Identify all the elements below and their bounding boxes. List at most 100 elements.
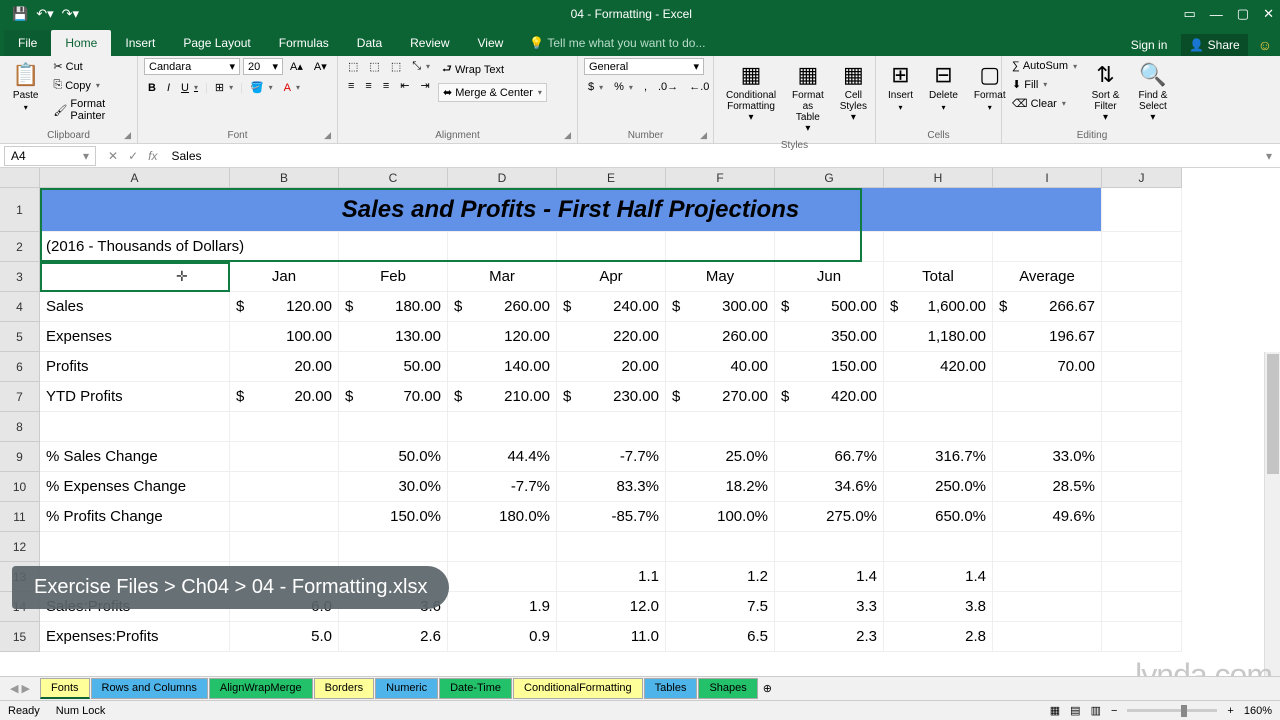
cell[interactable]: Jan (230, 262, 339, 292)
cell[interactable]: 66.7% (775, 442, 884, 472)
format-as-table-button[interactable]: ▦Format asTable ▾ (786, 58, 830, 138)
cell[interactable]: $240.00 (557, 292, 666, 322)
cell[interactable] (993, 592, 1102, 622)
cell[interactable] (775, 412, 884, 442)
cell[interactable] (1102, 382, 1182, 412)
minimize-icon[interactable]: — (1210, 7, 1223, 22)
cell[interactable]: % Profits Change (40, 502, 230, 532)
number-format-select[interactable]: General▾ (584, 58, 704, 75)
tab-formulas[interactable]: Formulas (265, 30, 343, 56)
copy-button[interactable]: ⎘ Copy (49, 77, 131, 94)
cell[interactable]: 350.00 (775, 322, 884, 352)
cell[interactable]: 18.2% (666, 472, 775, 502)
cell[interactable]: Total (884, 262, 993, 292)
cell[interactable] (1102, 352, 1182, 382)
sheet-tab[interactable]: Date-Time (439, 678, 512, 699)
find-select-button[interactable]: 🔍Find &Select ▾ (1130, 58, 1176, 127)
cell[interactable] (666, 232, 775, 262)
cell[interactable] (557, 532, 666, 562)
cell[interactable]: 140.00 (448, 352, 557, 382)
cell[interactable] (1102, 188, 1182, 232)
insert-cells-button[interactable]: ⊞Insert▾ (882, 58, 919, 116)
cell[interactable]: 220.00 (557, 322, 666, 352)
italic-button[interactable]: I (163, 80, 174, 96)
cell[interactable]: 30.0% (339, 472, 448, 502)
cell[interactable]: 12 (0, 532, 40, 562)
delete-cells-button[interactable]: ⊟Delete▾ (923, 58, 964, 116)
sheet-tab[interactable]: Shapes (698, 678, 757, 699)
cell[interactable]: % Sales Change (40, 442, 230, 472)
font-color-button[interactable]: A (280, 80, 304, 96)
cell[interactable]: 10 (0, 472, 40, 502)
column-header[interactable]: E (557, 168, 666, 188)
cell[interactable] (666, 412, 775, 442)
cell-styles-button[interactable]: ▦CellStyles ▾ (834, 58, 873, 127)
tab-data[interactable]: Data (343, 30, 396, 56)
autosum-button[interactable]: ∑ AutoSum (1008, 58, 1081, 74)
cell[interactable]: 8 (0, 412, 40, 442)
cell[interactable] (775, 232, 884, 262)
zoom-level[interactable]: 160% (1244, 705, 1272, 717)
column-header[interactable]: D (448, 168, 557, 188)
cell[interactable] (884, 532, 993, 562)
cell[interactable]: 1.4 (884, 562, 993, 592)
cut-button[interactable]: ✂ Cut (49, 58, 131, 75)
cell[interactable]: 316.7% (884, 442, 993, 472)
underline-button[interactable]: U (177, 80, 202, 96)
cell[interactable]: 2.6 (339, 622, 448, 652)
cell[interactable] (993, 532, 1102, 562)
cell[interactable]: 1.9 (448, 592, 557, 622)
sheet-tab[interactable]: ConditionalFormatting (513, 678, 643, 699)
sheet-tab[interactable]: Tables (644, 678, 698, 699)
cell[interactable]: % Expenses Change (40, 472, 230, 502)
cell[interactable] (230, 502, 339, 532)
view-normal-icon[interactable]: ▦ (1050, 704, 1060, 717)
zoom-slider[interactable] (1127, 709, 1217, 712)
dec-decimal-button[interactable]: ←.0 (685, 79, 713, 95)
align-left-button[interactable]: ≡ (344, 78, 358, 94)
undo-icon[interactable]: ↶▾ (36, 6, 53, 22)
cell[interactable]: 180.0% (448, 502, 557, 532)
column-header[interactable]: A (40, 168, 230, 188)
cancel-icon[interactable]: ✕ (108, 149, 118, 163)
cell[interactable]: Expenses:Profits (40, 622, 230, 652)
grow-font-button[interactable]: A▴ (286, 58, 307, 75)
maximize-icon[interactable]: ▢ (1237, 6, 1249, 22)
cell[interactable]: $180.00 (339, 292, 448, 322)
name-box[interactable]: A4▾ (4, 146, 96, 166)
cell[interactable]: 120.00 (448, 322, 557, 352)
cell[interactable]: 1.2 (666, 562, 775, 592)
conditional-formatting-button[interactable]: ▦ConditionalFormatting ▾ (720, 58, 782, 127)
cell[interactable]: 100.00 (230, 322, 339, 352)
format-painter-button[interactable]: 🖌 Format Painter (49, 96, 131, 124)
vertical-scrollbar[interactable] (1264, 352, 1280, 678)
column-header[interactable]: H (884, 168, 993, 188)
sheet-tab[interactable]: Borders (314, 678, 375, 699)
cell[interactable]: (2016 - Thousands of Dollars) (40, 232, 339, 262)
cell[interactable] (230, 412, 339, 442)
cell[interactable] (1102, 472, 1182, 502)
align-right-button[interactable]: ≡ (379, 78, 393, 94)
cell[interactable] (339, 232, 448, 262)
cell[interactable]: -85.7% (557, 502, 666, 532)
cell[interactable]: 25.0% (666, 442, 775, 472)
cell[interactable] (666, 532, 775, 562)
cell[interactable]: 70.00 (993, 352, 1102, 382)
tab-file[interactable]: File (4, 30, 51, 56)
cell[interactable]: 9 (0, 442, 40, 472)
cell[interactable]: 20.00 (230, 352, 339, 382)
feedback-icon[interactable]: ☺ (1258, 37, 1272, 53)
cell[interactable] (230, 472, 339, 502)
expand-fbar-icon[interactable]: ▾ (1258, 149, 1280, 163)
cell[interactable]: 2 (0, 232, 40, 262)
cell[interactable]: 6 (0, 352, 40, 382)
cell[interactable]: 1,180.00 (884, 322, 993, 352)
cell[interactable]: 50.0% (339, 442, 448, 472)
cell[interactable]: $420.00 (775, 382, 884, 412)
cell[interactable]: 11 (0, 502, 40, 532)
launcher-icon[interactable]: ◢ (564, 130, 571, 141)
cell[interactable]: 3.3 (775, 592, 884, 622)
wrap-text-button[interactable]: ⮐ Wrap Text (438, 58, 547, 81)
cell[interactable] (884, 232, 993, 262)
tab-review[interactable]: Review (396, 30, 463, 56)
